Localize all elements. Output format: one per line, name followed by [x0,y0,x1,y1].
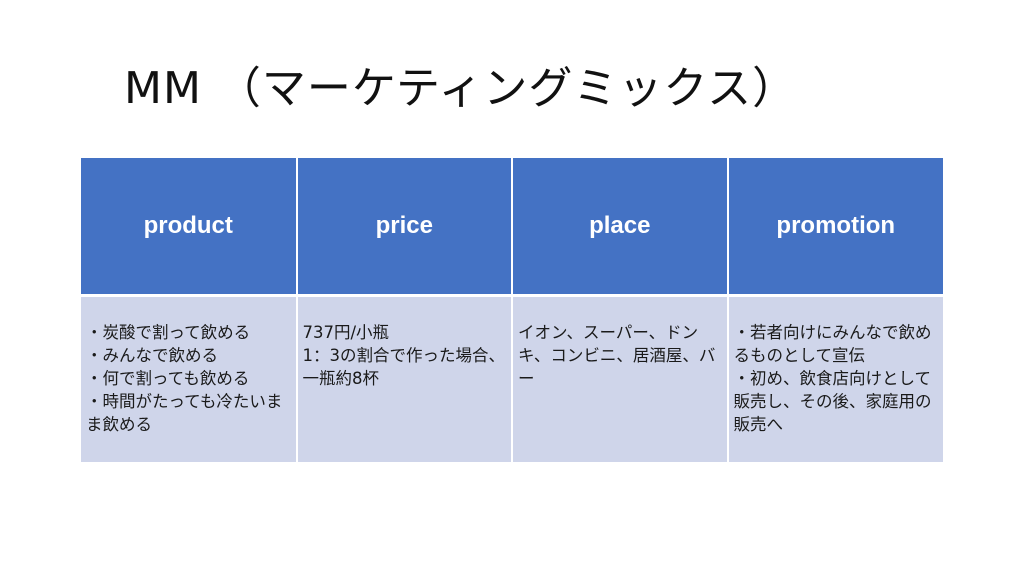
product-line: ・時間がたっても冷たいまま飲める [86,392,283,434]
cell-promotion: ・若者向けにみんなで飲めるものとして宣伝 ・初め、飲食店向けとして販売し、その後… [727,295,943,462]
cell-place: イオン、スーパー、ドンキ、コンビニ、居酒屋、バー [512,295,729,462]
header-price: price [296,158,513,297]
marketing-mix-table: product price place promotion ・炭酸で割って飲める… [81,158,943,462]
cell-product: ・炭酸で割って飲める ・みんなで飲める ・何で割っても飲める ・時間がたっても冷… [81,295,298,462]
table-row: ・炭酸で割って飲める ・みんなで飲める ・何で割っても飲める ・時間がたっても冷… [81,295,943,462]
table-header-row: product price place promotion [81,158,943,297]
header-product: product [81,158,298,297]
price-line: 737円/小瓶 [302,323,390,342]
header-promotion: promotion [727,158,943,297]
place-line: イオン、スーパー、ドンキ、コンビニ、居酒屋、バー [518,323,716,388]
price-line: 1：3の割合で作った場合、一瓶約8杯 [302,346,506,388]
cell-price: 737円/小瓶 1：3の割合で作った場合、一瓶約8杯 [296,295,513,462]
promotion-line: ・若者向けにみんなで飲めるものとして宣伝 [733,323,932,365]
promotion-line: ・初め、飲食店向けとして販売し、その後、家庭用の販売へ [733,369,932,434]
slide-title: MM （マーケティングミックス） [124,63,798,114]
header-place: place [512,158,729,297]
product-line: ・何で割っても飲める [86,369,250,388]
product-line: ・炭酸で割って飲める [86,323,251,342]
product-line: ・みんなで飲める [86,346,218,365]
